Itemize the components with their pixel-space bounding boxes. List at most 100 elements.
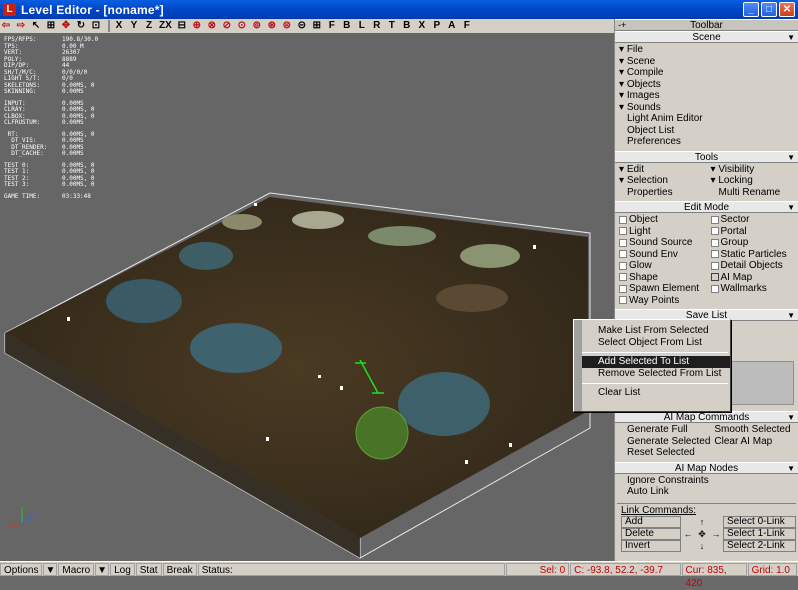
view-bottom-button[interactable]: B [401, 20, 413, 32]
axis-zx-button[interactable]: ZX [158, 20, 173, 32]
mode-light[interactable]: Light [615, 226, 707, 238]
arrow-left-icon[interactable]: ⇦ [0, 20, 12, 32]
clear-ai-map-button[interactable]: Clear AI Map [710, 436, 798, 448]
stat-button[interactable]: Stat [136, 563, 162, 576]
mode-shape[interactable]: Shape [615, 272, 707, 284]
light-anim-editor-link[interactable]: Light Anim Editor [615, 113, 798, 125]
menu-visibility[interactable]: ▾ Visibility [707, 164, 798, 176]
axis-z-button[interactable]: Z [143, 20, 155, 32]
zoom-extents-icon[interactable]: ⊝ [296, 20, 308, 32]
snap-grid-icon[interactable]: ⊟ [176, 20, 188, 32]
add-link-button[interactable]: Add [621, 516, 681, 528]
rotate-tool-icon[interactable]: ↻ [75, 20, 87, 32]
options-button[interactable]: Options [0, 563, 42, 576]
view-left-button[interactable]: L [356, 20, 368, 32]
ai-map-commands-header[interactable]: AI Map Commands▼ [615, 411, 798, 423]
move-center-icon[interactable]: ✥ [695, 528, 709, 540]
ignore-constraints-toggle[interactable]: Ignore Constraints [615, 475, 798, 487]
mode-group[interactable]: Group [707, 237, 798, 249]
view-top-button[interactable]: T [386, 20, 398, 32]
select-2-link-button[interactable]: Select 2-Link [723, 540, 796, 552]
menu-compile[interactable]: ▾ Compile [615, 67, 798, 79]
object-list-link[interactable]: Object List [615, 125, 798, 137]
snap-normal-icon[interactable]: ⊚ [251, 20, 263, 32]
arrow-right-icon[interactable]: → [709, 528, 723, 540]
view-reset-button[interactable]: X [416, 20, 428, 32]
log-button[interactable]: Log [110, 563, 135, 576]
menu-scene[interactable]: ▾ Scene [615, 56, 798, 68]
arrow-left-icon[interactable]: ← [681, 528, 695, 540]
collapse-icon[interactable]: -+ [618, 20, 626, 31]
tools-section-header[interactable]: Tools▼ [615, 151, 798, 163]
axis-y-button[interactable]: Y [128, 20, 140, 32]
mode-sound-source[interactable]: Sound Source [615, 237, 707, 249]
break-button[interactable]: Break [163, 563, 197, 576]
smooth-selected-button[interactable]: Smooth Selected [710, 424, 798, 436]
mode-spawn-element[interactable]: Spawn Element [615, 283, 707, 295]
arrow-up-icon[interactable]: ↑ [695, 516, 709, 528]
mode-sound-env[interactable]: Sound Env [615, 249, 707, 261]
menu-edit[interactable]: ▾ Edit [615, 164, 707, 176]
select-0-link-button[interactable]: Select 0-Link [723, 516, 796, 528]
generate-full-button[interactable]: Generate Full [615, 424, 710, 436]
mode-static-particles[interactable]: Static Particles [707, 249, 798, 261]
camera-arcball-icon[interactable]: A [446, 20, 458, 32]
toolbar-panel-header[interactable]: -+ Toolbar [615, 19, 798, 31]
mode-object[interactable]: Object [615, 214, 707, 226]
snap-object-icon[interactable]: ⊕ [191, 20, 203, 32]
snap-rotate-icon[interactable]: ⊜ [281, 20, 293, 32]
menu-objects[interactable]: ▾ Objects [615, 79, 798, 91]
snap-vertex-icon[interactable]: ⊗ [206, 20, 218, 32]
invert-link-button[interactable]: Invert [621, 540, 681, 552]
auto-link-toggle[interactable]: Auto Link [615, 486, 798, 498]
snap-angle-icon[interactable]: ⊘ [221, 20, 233, 32]
close-button[interactable]: ✕ [779, 2, 795, 17]
multi-rename-link[interactable]: Multi Rename [707, 187, 798, 199]
menu-file[interactable]: ▾ File [615, 44, 798, 56]
view-front-button[interactable]: F [326, 20, 338, 32]
minimize-button[interactable]: _ [743, 2, 759, 17]
scale-tool-icon[interactable]: ⊡ [90, 20, 102, 32]
view-right-button[interactable]: R [371, 20, 383, 32]
ai-map-nodes-header[interactable]: AI Map Nodes▼ [615, 462, 798, 474]
snap-move-icon[interactable]: ⊙ [236, 20, 248, 32]
snap-scale-icon[interactable]: ⊛ [266, 20, 278, 32]
mode-way-points[interactable]: Way Points [615, 295, 707, 307]
remove-selected-from-list-item[interactable]: Remove Selected From List [574, 368, 730, 380]
move-tool-icon[interactable]: ✥ [60, 20, 72, 32]
add-selected-to-list-item[interactable]: Add Selected To List [574, 356, 730, 368]
zoom-selected-icon[interactable]: ⊞ [311, 20, 323, 32]
menu-locking[interactable]: ▾ Locking [707, 175, 798, 187]
mode-glow[interactable]: Glow [615, 260, 707, 272]
select-object-from-list-item[interactable]: Select Object From List [574, 337, 730, 349]
arrow-right-icon[interactable]: ⇨ [15, 20, 27, 32]
camera-planar-icon[interactable]: P [431, 20, 443, 32]
preferences-link[interactable]: Preferences [615, 136, 798, 148]
reset-selected-button[interactable]: Reset Selected [615, 447, 710, 459]
menu-sounds[interactable]: ▾ Sounds [615, 102, 798, 114]
mode-portal[interactable]: Portal [707, 226, 798, 238]
macro-dropdown-icon[interactable]: ▼ [95, 563, 109, 576]
generate-selected-button[interactable]: Generate Selected [615, 436, 710, 448]
macro-button[interactable]: Macro [58, 563, 94, 576]
properties-link[interactable]: Properties [615, 187, 707, 199]
arrow-down-icon[interactable]: ↓ [695, 540, 709, 552]
view-back-button[interactable]: B [341, 20, 353, 32]
make-list-from-selected-item[interactable]: Make List From Selected [574, 325, 730, 337]
scene-section-header[interactable]: Scene▼ [615, 31, 798, 43]
selected-object-cylinder[interactable] [356, 407, 408, 459]
maximize-button[interactable]: □ [761, 2, 777, 17]
mode-ai-map[interactable]: AI Map [707, 272, 798, 284]
menu-images[interactable]: ▾ Images [615, 90, 798, 102]
options-dropdown-icon[interactable]: ▼ [43, 563, 57, 576]
mode-detail-objects[interactable]: Detail Objects [707, 260, 798, 272]
axis-x-button[interactable]: X [113, 20, 125, 32]
mode-wallmarks[interactable]: Wallmarks [707, 283, 798, 295]
mode-sector[interactable]: Sector [707, 214, 798, 226]
camera-fly-icon[interactable]: F [461, 20, 473, 32]
menu-selection[interactable]: ▾ Selection [615, 175, 707, 187]
edit-mode-section-header[interactable]: Edit Mode▼ [615, 201, 798, 213]
delete-link-button[interactable]: Delete [621, 528, 681, 540]
add-object-icon[interactable]: ⊞ [45, 20, 57, 32]
clear-list-item[interactable]: Clear List [574, 387, 730, 399]
